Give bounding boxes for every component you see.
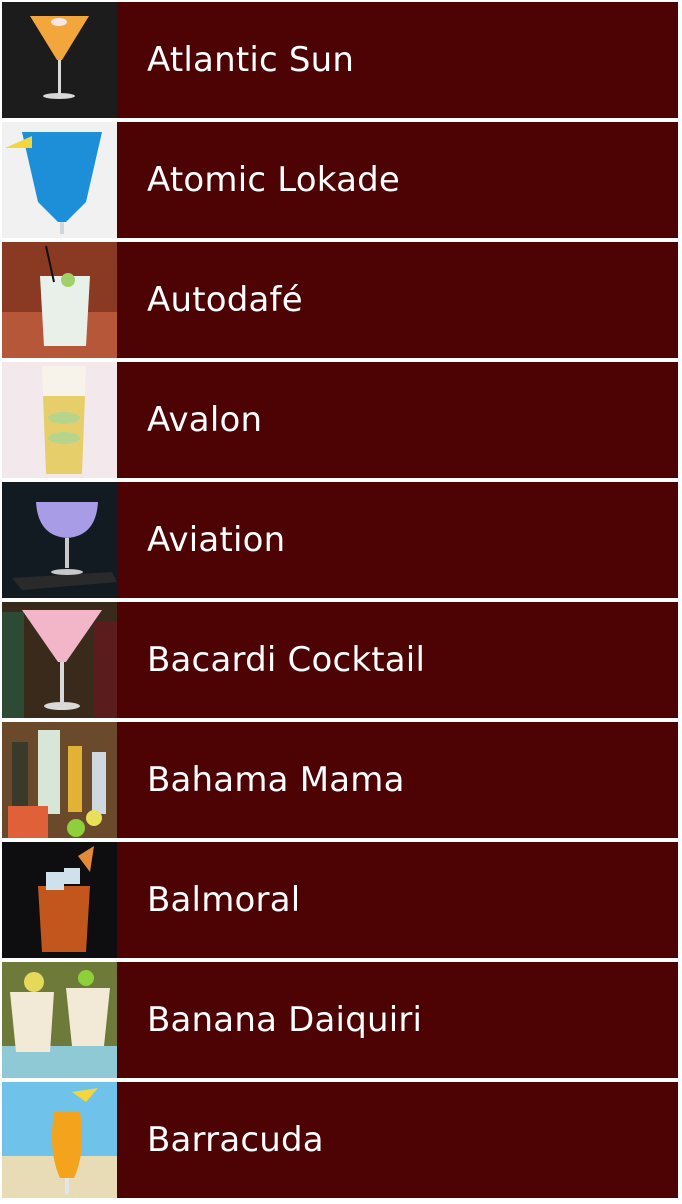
- bottles-and-mugs-icon: [2, 722, 117, 838]
- cocktail-name: Atomic Lokade: [147, 160, 401, 200]
- list-item[interactable]: Bahama Mama: [2, 722, 678, 838]
- amber-rocks-glass-icon: [2, 842, 117, 958]
- cocktail-name: Balmoral: [147, 880, 301, 920]
- cocktail-name: Banana Daiquiri: [147, 1000, 423, 1040]
- cocktail-name: Bahama Mama: [147, 760, 405, 800]
- cocktail-name: Avalon: [147, 400, 263, 440]
- list-item[interactable]: Balmoral: [2, 842, 678, 958]
- cocktail-name: Bacardi Cocktail: [147, 640, 426, 680]
- cocktail-name: Aviation: [147, 520, 286, 560]
- blue-hurricane-glass-icon: [2, 122, 117, 238]
- cocktail-name: Atlantic Sun: [147, 40, 355, 80]
- list-item[interactable]: Atomic Lokade: [2, 122, 678, 238]
- purple-coupe-glass-icon: [2, 482, 117, 598]
- list-item[interactable]: Barracuda: [2, 1082, 678, 1198]
- yellow-highball-glass-icon: [2, 362, 117, 478]
- pink-martini-glass-icon: [2, 602, 117, 718]
- list-item[interactable]: Banana Daiquiri: [2, 962, 678, 1078]
- list-item[interactable]: Bacardi Cocktail: [2, 602, 678, 718]
- clear-rocks-glass-icon: [2, 242, 117, 358]
- tropical-orange-glass-icon: [2, 1082, 117, 1198]
- list-item[interactable]: Autodafé: [2, 242, 678, 358]
- list-item[interactable]: Atlantic Sun: [2, 2, 678, 118]
- list-item[interactable]: Avalon: [2, 362, 678, 478]
- cocktail-name: Autodafé: [147, 280, 303, 320]
- creamy-daiquiri-glasses-icon: [2, 962, 117, 1078]
- cocktail-name: Barracuda: [147, 1120, 324, 1160]
- list-item[interactable]: Aviation: [2, 482, 678, 598]
- orange-martini-glass-icon: [2, 2, 117, 118]
